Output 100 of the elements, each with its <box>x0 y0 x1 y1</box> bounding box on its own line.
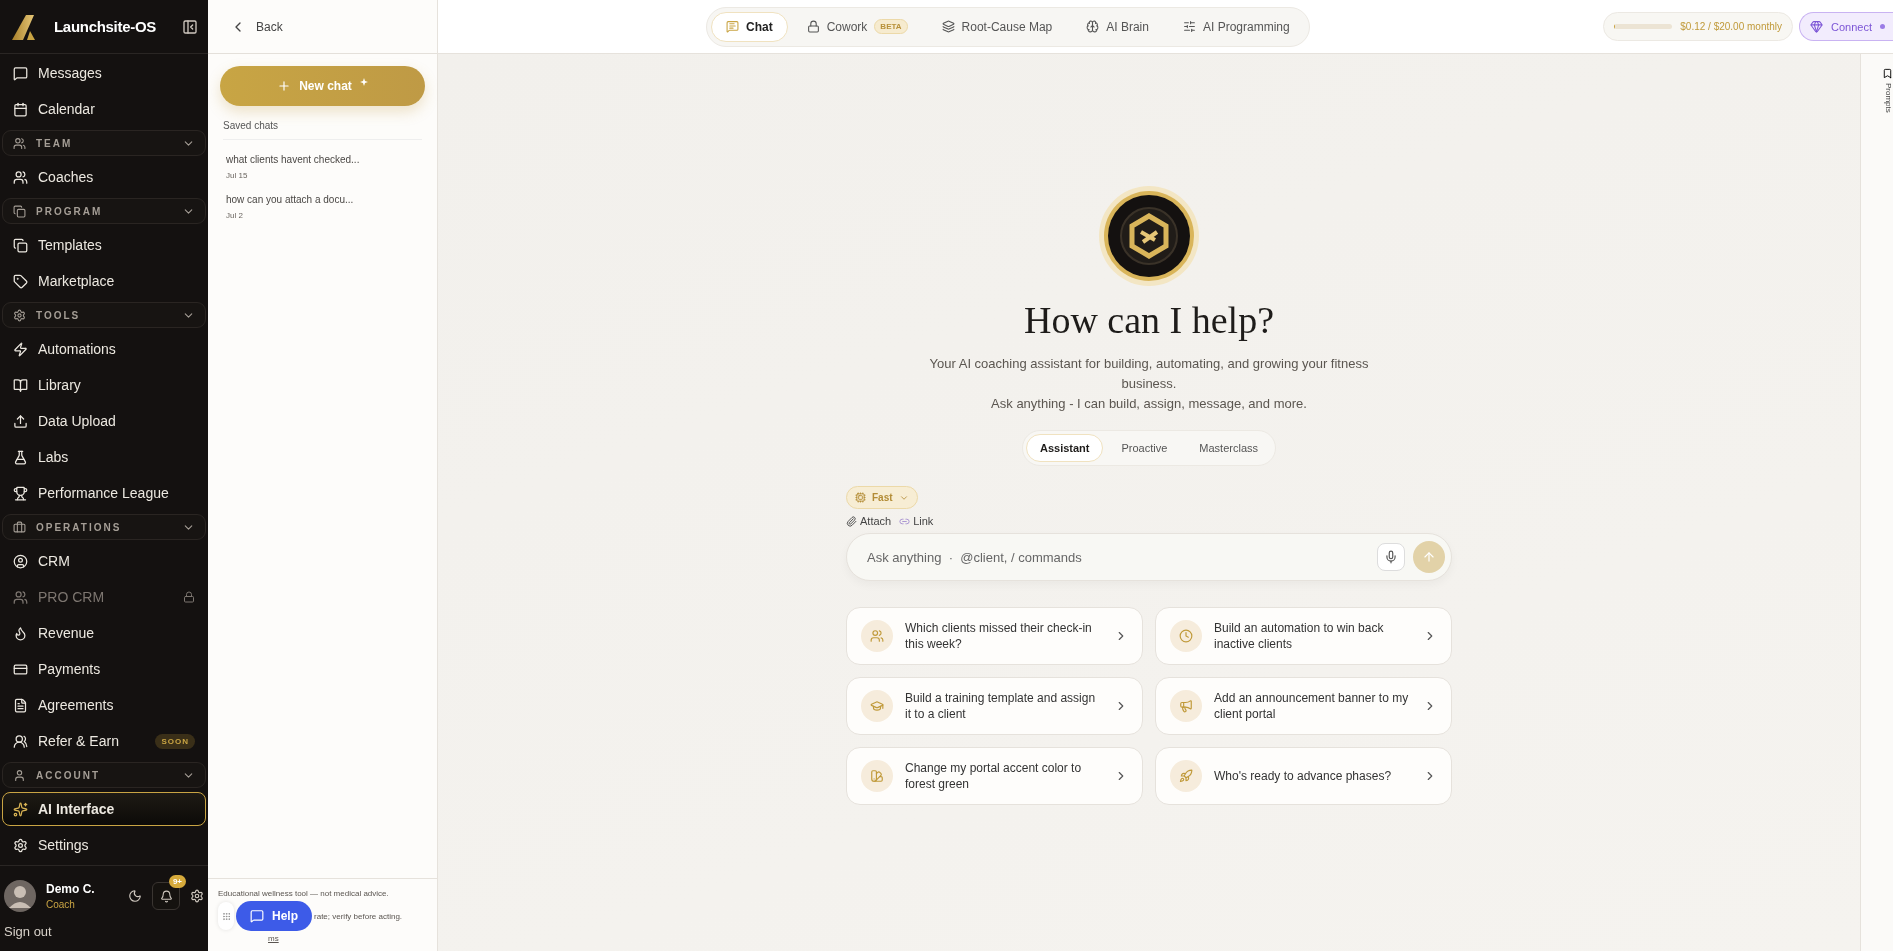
lock-icon <box>806 20 820 33</box>
prompts-icon[interactable] <box>1882 68 1893 79</box>
link-button[interactable]: Link <box>899 515 934 527</box>
suggestion-icon <box>1170 690 1202 722</box>
nav-icon <box>13 413 28 429</box>
lock-icon <box>183 591 195 603</box>
chat-date: Jul 15 <box>226 171 249 180</box>
section-icon <box>13 204 26 218</box>
sidebar-item[interactable]: Settings <box>2 828 206 862</box>
soon-badge: SOON <box>155 733 195 749</box>
gem-icon <box>1810 20 1823 33</box>
section-icon <box>13 308 26 322</box>
chip-icon <box>855 492 866 503</box>
sidebar-item[interactable]: Revenue <box>2 616 206 650</box>
chat-title[interactable]: what clients havent checked... <box>226 154 419 165</box>
nav-icon <box>13 377 28 393</box>
suggestion-card[interactable]: Which clients missed their check-in this week? <box>846 607 1143 665</box>
microphone-icon <box>1384 550 1398 564</box>
panel-collapse-icon <box>182 18 198 35</box>
nav-icon <box>13 661 28 677</box>
mode-tab[interactable]: Proactive <box>1107 434 1182 462</box>
nav-icon <box>13 273 28 289</box>
suggestion-card[interactable]: Build a training template and assign it to a client <box>846 677 1143 735</box>
sidebar-item[interactable]: Coaches <box>2 160 206 194</box>
back-button[interactable]: Back <box>224 17 289 36</box>
suggestion-card[interactable]: Change my portal accent color to forest green <box>846 747 1143 805</box>
subtitle-text: Ask anything - I can build, assign, message, and more. <box>991 395 1307 413</box>
arrow-up-icon <box>1422 550 1436 564</box>
notifications-button[interactable] <box>152 882 180 910</box>
sidebar-item[interactable]: Templates <box>2 228 206 262</box>
sidebar-item[interactable]: Agreements <box>2 688 206 722</box>
beta-badge: BETA <box>874 19 908 34</box>
sidebar-item[interactable]: Marketplace <box>2 264 206 298</box>
sidebar-item[interactable]: Data Upload <box>2 404 206 438</box>
nav-section-header[interactable]: TEAM <box>2 130 206 156</box>
sidebar-item[interactable]: Performance League <box>2 476 206 510</box>
settings-icon <box>190 889 204 903</box>
sidebar-item[interactable]: AI Interface <box>2 792 206 826</box>
bell-icon <box>159 889 173 903</box>
nav-section-header[interactable]: ACCOUNT <box>2 762 206 788</box>
nav-icon <box>13 485 28 501</box>
notification-count: 9+ <box>168 875 186 888</box>
nav-icon <box>13 733 28 749</box>
disclaimer-text: rate; verify before acting. <box>314 911 403 921</box>
nav-tab[interactable]: Cowork BETA <box>791 11 923 42</box>
message-composer[interactable]: Ask anything · @client, / commands <box>846 533 1452 581</box>
sliders-icon <box>1182 20 1196 33</box>
nav-icon <box>13 553 28 569</box>
suggestion-icon <box>861 760 893 792</box>
nav-section-header[interactable]: TOOLS <box>2 302 206 328</box>
mode-tab[interactable]: Masterclass <box>1185 434 1273 462</box>
nav-icon <box>13 101 28 117</box>
microphone-button[interactable] <box>1377 543 1405 571</box>
avatar <box>4 880 36 912</box>
nav-icon <box>13 449 28 465</box>
nav-section-header[interactable]: PROGRAM <box>2 198 206 224</box>
sign-out-link[interactable]: Sign out <box>0 918 208 951</box>
terms-link[interactable]: ms <box>268 934 429 943</box>
chat-date: Jul 2 <box>226 211 244 220</box>
nav-icon <box>13 697 28 713</box>
chat-bubble-icon <box>726 20 739 33</box>
suggestion-icon <box>861 690 893 722</box>
nav-tab[interactable]: Chat <box>711 11 788 42</box>
suggestion-card[interactable]: Who's ready to advance phases? <box>1155 747 1452 805</box>
drag-handle[interactable] <box>218 902 234 930</box>
nav-icon <box>13 837 28 853</box>
theme-toggle[interactable] <box>128 889 142 903</box>
subtitle-text: Your AI coaching assistant for building, automating, and growing your fitness business. <box>928 355 1370 393</box>
sidebar-item[interactable]: Payments <box>2 652 206 686</box>
sidebar-item[interactable]: Refer & Earn SOON <box>2 724 206 758</box>
mode-tab[interactable]: Assistant <box>1025 434 1104 462</box>
paperclip-icon <box>846 515 857 527</box>
attach-button[interactable]: Attach <box>846 515 892 527</box>
sidebar-item[interactable]: Calendar <box>2 92 206 126</box>
layers-icon <box>941 20 955 33</box>
sidebar-item[interactable]: Labs <box>2 440 206 474</box>
sidebar-item[interactable]: Automations <box>2 332 206 366</box>
help-button[interactable]: Help <box>236 901 312 931</box>
connect-button[interactable]: Connect <box>1799 12 1893 41</box>
settings-button[interactable] <box>190 889 204 903</box>
status-dot <box>1880 24 1885 29</box>
message-input[interactable]: Ask anything · @client, / commands <box>865 548 1369 566</box>
sparkle-icon <box>359 78 368 86</box>
nav-section-header[interactable]: OPERATIONS <box>2 514 206 540</box>
user-name: Demo C. <box>46 882 96 896</box>
nav-tab[interactable]: AI Brain <box>1071 11 1164 42</box>
sidebar-item[interactable]: Library <box>2 368 206 402</box>
sidebar-item[interactable]: Messages <box>2 56 206 90</box>
moon-icon <box>128 889 142 903</box>
collapse-sidebar-button[interactable] <box>182 18 198 35</box>
suggestion-card[interactable]: Build an automation to win back inactive clients <box>1155 607 1452 665</box>
nav-icon <box>13 65 28 81</box>
sidebar-item[interactable]: CRM <box>2 544 206 578</box>
nav-tab[interactable]: Root-Cause Map <box>926 11 1068 42</box>
nav-icon <box>13 801 28 817</box>
nav-tab[interactable]: AI Programming <box>1167 11 1305 42</box>
suggestion-card[interactable]: Add an announcement banner to my client portal <box>1155 677 1452 735</box>
chat-title[interactable]: how can you attach a docu... <box>226 194 419 205</box>
prompts-label[interactable]: Prompts <box>1884 83 1893 113</box>
brand-name: Launchsite-OS <box>54 18 157 35</box>
